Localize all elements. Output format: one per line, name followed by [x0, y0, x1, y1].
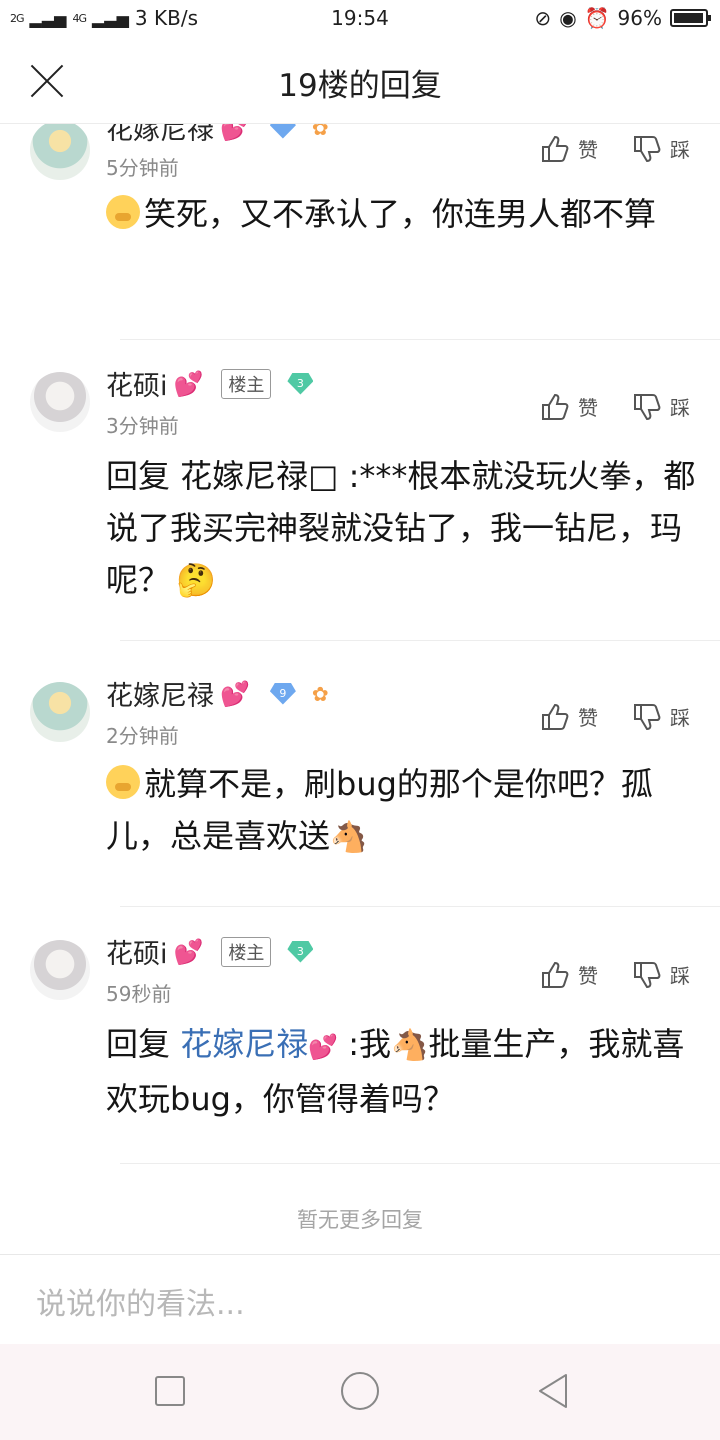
- system-nav-bar: [0, 1344, 720, 1440]
- mention-link[interactable]: 花嫁尼禄: [180, 1025, 308, 1063]
- dislike-button[interactable]: 踩: [632, 134, 690, 163]
- reply-time: 5分钟前: [106, 156, 179, 180]
- lung-badge-icon: ✿: [311, 681, 329, 706]
- battery-fill: [674, 13, 703, 23]
- like-label: 赞: [578, 964, 598, 988]
- username-row: 花嫁尼禄 💕 ✿: [106, 124, 329, 147]
- thumbs-down-icon: [632, 961, 662, 989]
- thumbs-up-icon: [540, 135, 570, 163]
- username-row: 花嫁尼禄 💕 9 ✿: [106, 674, 329, 713]
- heart-emoji-icon: 💕: [220, 124, 250, 142]
- dislike-label: 踩: [670, 138, 690, 162]
- thumbs-down-icon: [632, 135, 662, 163]
- level-gem-icon: [269, 124, 296, 139]
- dislike-button[interactable]: 踩: [632, 392, 690, 421]
- like-button[interactable]: 赞: [540, 134, 598, 163]
- avatar[interactable]: [30, 940, 90, 1000]
- horse-emoji-icon: 🐴: [330, 820, 368, 855]
- level-gem-icon: 3: [287, 372, 314, 395]
- dislike-label: 踩: [670, 964, 690, 988]
- lung-badge-icon: ✿: [311, 124, 329, 140]
- username-row: 花硕i 💕 楼主 3: [106, 932, 314, 971]
- username[interactable]: 花硕i: [106, 364, 168, 403]
- reply-list[interactable]: 花嫁尼禄 💕 ✿ 5分钟前 赞 踩 笑死，又不承认了，你连男人都不算 花硕i 💕…: [0, 124, 720, 1254]
- like-button[interactable]: 赞: [540, 392, 598, 421]
- username-row: 花硕i 💕 楼主 3: [106, 364, 314, 403]
- thumbs-up-icon: [540, 961, 570, 989]
- username[interactable]: 花硕i: [106, 932, 168, 971]
- like-label: 赞: [578, 396, 598, 420]
- reply-content: 就算不是，刷bug的那个是你吧？孤儿，总是喜欢送🐴: [106, 758, 698, 864]
- reply-content: 回复 花嫁尼禄💕 :我🐴批量生产，我就喜欢玩bug，你管得着吗？: [106, 1018, 698, 1125]
- page-title: 19楼的回复: [278, 68, 442, 104]
- comment-input-bar[interactable]: 说说你的看法...: [0, 1254, 720, 1344]
- thumbs-down-icon: [632, 393, 662, 421]
- cover-mouth-emoji-icon: [106, 195, 140, 229]
- like-button[interactable]: 赞: [540, 960, 598, 989]
- status-bar: 2G ▂▃▅ 4G ▂▃▅ 3 KB/s 19:54 ⊘ ◉ ⏰ 96%: [0, 0, 720, 38]
- battery-percent: 96%: [617, 6, 662, 30]
- thinking-emoji-icon: 🤔: [176, 561, 216, 599]
- dislike-label: 踩: [670, 396, 690, 420]
- vibrate-off-icon: ⊘: [534, 6, 552, 30]
- heart-emoji-icon: 💕: [173, 369, 204, 398]
- like-button[interactable]: 赞: [540, 702, 598, 731]
- status-right: ⊘ ◉ ⏰ 96%: [534, 6, 711, 30]
- avatar[interactable]: [30, 124, 90, 180]
- recent-apps-icon[interactable]: [155, 1376, 185, 1406]
- thumbs-down-icon: [632, 703, 662, 731]
- divider: [120, 906, 720, 907]
- no-more-replies: 暂无更多回复: [297, 1208, 423, 1232]
- heart-emoji-icon: 💕: [308, 1033, 339, 1061]
- divider: [120, 1163, 720, 1164]
- cover-mouth-emoji-icon: [106, 765, 140, 799]
- heart-emoji-icon: 💕: [173, 937, 204, 966]
- horse-emoji-icon: 🐴: [391, 1028, 429, 1063]
- thumbs-up-icon: [540, 703, 570, 731]
- reply-time: 59秒前: [106, 982, 172, 1006]
- like-label: 赞: [578, 138, 598, 162]
- reply-text: 笑死，又不承认了，你连男人都不算: [144, 195, 657, 233]
- reply-text: 就算不是，刷bug的那个是你吧？孤儿，总是喜欢送: [106, 765, 653, 855]
- level-gem-icon: 9: [269, 682, 296, 705]
- back-icon[interactable]: [536, 1372, 570, 1410]
- home-icon[interactable]: [341, 1372, 379, 1410]
- reply-time: 3分钟前: [106, 414, 179, 438]
- owner-badge: 楼主: [221, 368, 272, 399]
- owner-badge: 楼主: [221, 936, 272, 967]
- reply-text-mid: :我: [338, 1025, 392, 1063]
- dislike-label: 踩: [670, 706, 690, 730]
- battery-icon: [670, 9, 711, 27]
- dislike-button[interactable]: 踩: [632, 960, 690, 989]
- heart-emoji-icon: 💕: [220, 679, 250, 708]
- divider: [120, 339, 720, 340]
- avatar[interactable]: [30, 682, 90, 742]
- reply-content: 笑死，又不承认了，你连男人都不算: [106, 188, 698, 240]
- avatar[interactable]: [30, 372, 90, 432]
- alarm-icon: ⏰: [584, 6, 610, 30]
- like-label: 赞: [578, 706, 598, 730]
- divider: [120, 640, 720, 641]
- username[interactable]: 花嫁尼禄: [106, 674, 214, 713]
- reply-content: 回复 花嫁尼禄□ :***根本就没玩火拳，都说了我买完神裂就没钻了，我一钻尼，玛…: [106, 450, 698, 606]
- reply-prefix: 回复: [106, 1025, 181, 1063]
- thumbs-up-icon: [540, 393, 570, 421]
- username[interactable]: 花嫁尼禄: [106, 124, 214, 147]
- comment-input[interactable]: 说说你的看法...: [36, 1279, 245, 1323]
- dislike-button[interactable]: 踩: [632, 702, 690, 731]
- level-gem-icon: 3: [287, 940, 314, 963]
- page-header: 19楼的回复: [0, 38, 720, 124]
- reply-time: 2分钟前: [106, 724, 179, 748]
- rotation-lock-icon: ◉: [559, 6, 577, 30]
